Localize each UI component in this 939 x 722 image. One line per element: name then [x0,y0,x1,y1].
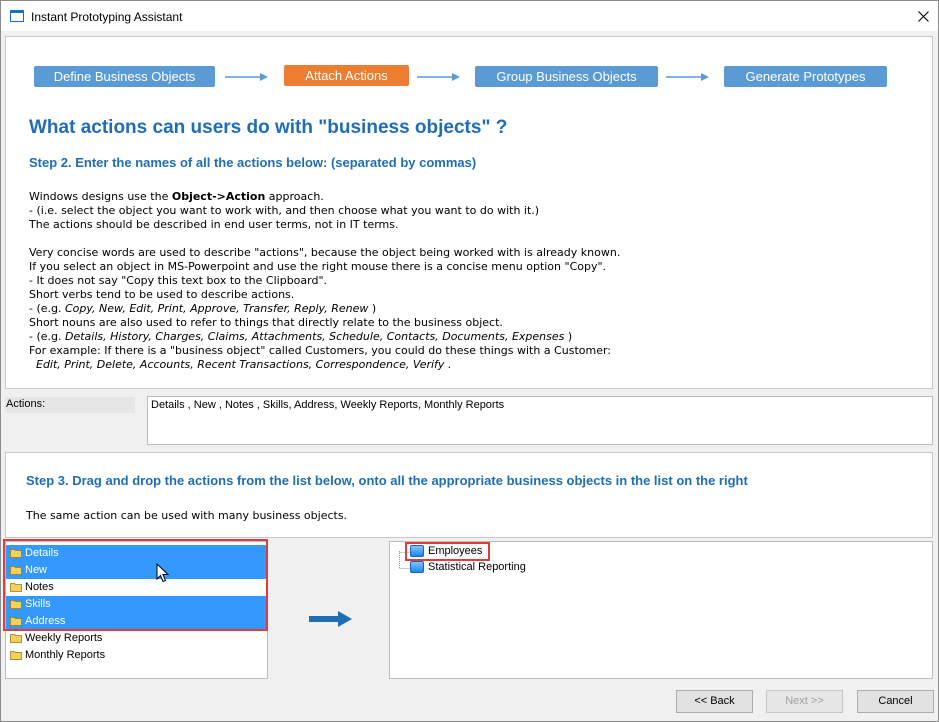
intro-line: Windows designs use the Object->Action a… [29,190,324,203]
business-object-icon [410,545,424,557]
step-group-business-objects[interactable]: Group Business Objects [475,66,658,87]
step-arrow-icon [225,73,268,81]
verbs-examples: - (e.g. Copy, New, Edit, Print, Approve,… [29,302,377,315]
folder-icon [10,617,22,626]
concise-line: Short verbs tend to be used to describe … [29,288,295,301]
cancel-button[interactable]: Cancel [857,690,934,713]
folder-icon [10,600,22,609]
action-list[interactable]: Details New Notes Skills Address Weekly … [5,541,268,679]
list-item-details[interactable]: Details [6,545,267,562]
actions-label: Actions: [5,397,135,413]
step-generate-prototypes[interactable]: Generate Prototypes [724,66,887,87]
business-object-icon [410,561,424,573]
concise-line: For example: If there is a "business obj… [29,344,612,357]
step-attach-actions[interactable]: Attach Actions [284,65,409,86]
intro-line: - (i.e. select the object you want to wo… [29,204,540,217]
step-define-business-objects[interactable]: Define Business Objects [34,66,215,87]
instructions-text: Windows designs use the Object->Action a… [29,190,620,372]
concise-line: If you select an object in MS-Powerpoint… [29,260,607,273]
step-arrow-icon [666,73,709,81]
back-button[interactable]: << Back [676,690,753,713]
folder-icon [10,566,22,575]
folder-icon [10,583,22,592]
folder-icon [10,651,22,660]
list-item-notes[interactable]: Notes [6,579,267,596]
close-icon [917,10,929,22]
customer-example: Edit, Print, Delete, Accounts, Recent Tr… [29,358,452,371]
intro-line: The actions should be described in end u… [29,218,399,231]
concise-line: - It does not say "Copy this text box to… [29,274,328,287]
list-item-monthly-reports[interactable]: Monthly Reports [6,647,267,664]
nouns-examples: - (e.g. Details, History, Charges, Claim… [29,330,573,343]
list-item-skills[interactable]: Skills [6,596,267,613]
actions-input[interactable]: Details , New , Notes , Skills, Address,… [147,396,933,445]
close-button[interactable] [908,1,938,31]
folder-icon [10,634,22,643]
window-title: Instant Prototyping Assistant [31,10,183,24]
list-item-new[interactable]: New [6,562,267,579]
title-bar: Instant Prototyping Assistant [1,1,938,31]
tree-item-statistical-reporting[interactable]: Statistical Reporting [407,559,526,576]
step3-panel: Step 3. Drag and drop the actions from t… [5,452,933,538]
page-title: What actions can users do with "business… [29,117,508,138]
step-arrow-icon [417,73,460,81]
list-item-address[interactable]: Address [6,613,267,630]
app-window-icon [10,10,24,22]
concise-line: Very concise words are used to describe … [29,246,621,259]
step2-heading: Step 2. Enter the names of all the actio… [29,155,477,170]
folder-icon [10,549,22,558]
tree-item-employees[interactable]: Employees [407,543,482,560]
instructions-panel: Define Business Objects Attach Actions G… [5,36,933,389]
list-item-weekly-reports[interactable]: Weekly Reports [6,630,267,647]
next-button[interactable]: Next >> [766,690,843,713]
concise-line: Short nouns are also used to refer to th… [29,316,503,329]
step3-text: The same action can be used with many bu… [26,509,348,522]
drag-arrow-icon [309,611,352,627]
step3-heading: Step 3. Drag and drop the actions from t… [26,473,748,488]
